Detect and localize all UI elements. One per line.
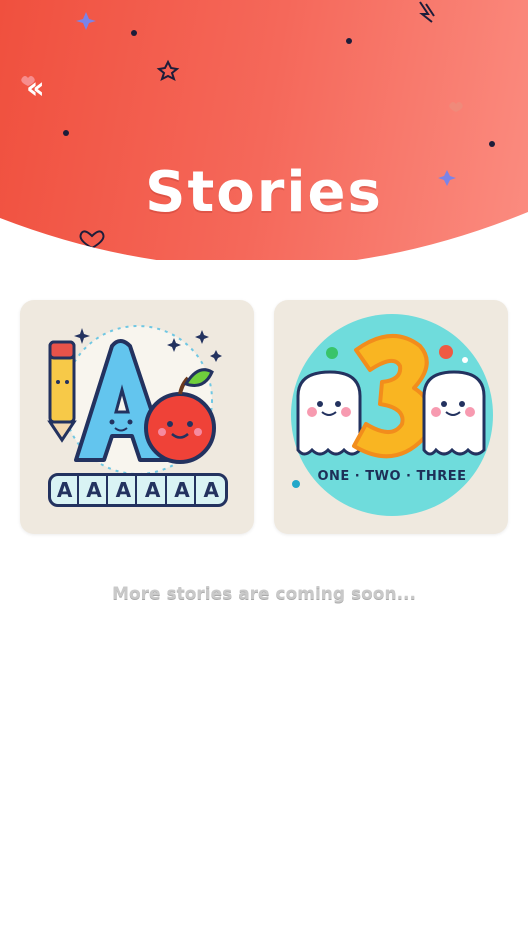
page-title: Stories [145, 160, 383, 225]
coming-soon-text: More stories are coming soon... [112, 584, 416, 604]
star-outline-icon [156, 59, 180, 81]
dot-icon [346, 38, 352, 44]
dot-icon [63, 130, 69, 136]
chevrons-left-icon: ‹‹ [26, 71, 45, 106]
letter-tile: A [170, 476, 196, 504]
header-banner: ‹‹ Stories [0, 0, 528, 260]
lightning-icon [419, 1, 435, 23]
ghost-icon [296, 370, 362, 456]
number-three-illustration [291, 314, 493, 516]
letter-tile: A [203, 478, 220, 502]
letter-tile: A [141, 476, 167, 504]
heart-icon [449, 102, 463, 112]
dot-icon [489, 141, 495, 147]
letter-tile: A [111, 476, 138, 504]
letter-tile: A [82, 476, 108, 504]
story-card-alphabet[interactable]: A A A A A A [20, 300, 254, 534]
ghost-icon [422, 370, 486, 456]
pencil-icon [47, 340, 77, 443]
letter-tile: A [53, 476, 79, 504]
story-grid: A A A A A A ONE · TWO · THREE [20, 300, 508, 534]
letter-row: A A A A A A [48, 473, 228, 507]
back-button[interactable]: ‹‹ [26, 74, 70, 108]
story-card-numbers[interactable]: ONE · TWO · THREE [274, 300, 508, 534]
dot-icon [131, 30, 137, 36]
story-card-label: ONE · TWO · THREE [317, 469, 467, 484]
sparkle-icon [76, 12, 96, 30]
